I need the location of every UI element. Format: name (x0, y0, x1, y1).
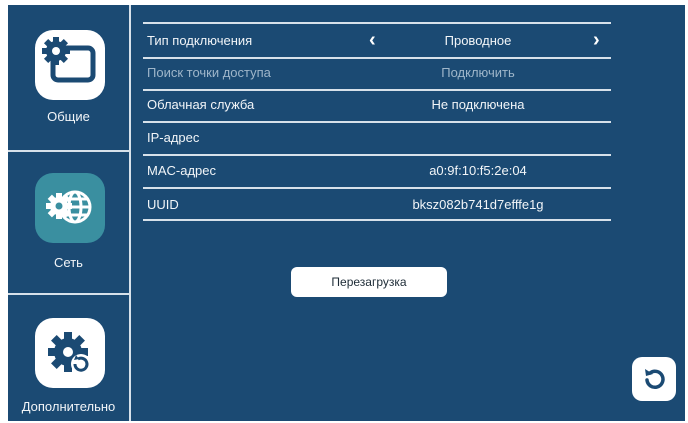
connect-button[interactable]: Подключить (363, 65, 593, 80)
access-point-search-row[interactable]: Поиск точки доступа Подключить (143, 59, 611, 89)
network-globe-icon (35, 173, 105, 243)
cloud-service-label: Облачная служба (147, 97, 255, 112)
sidebar-item-label: Сеть (54, 255, 83, 270)
refresh-button[interactable] (632, 357, 676, 401)
sidebar-item-label: Общие (47, 109, 90, 124)
sidebar-item-network[interactable]: Сеть (8, 150, 129, 294)
divider (143, 187, 611, 189)
divider (143, 121, 611, 123)
mac-address-value: a0:9f:10:f5:2e:04 (429, 163, 527, 178)
cloud-service-row: Облачная служба Не подключена (143, 91, 611, 121)
sidebar-item-label: Дополнительно (21, 399, 116, 414)
sidebar: Общие Сеть Дополнительно (8, 5, 131, 421)
uuid-label: UUID (147, 197, 179, 212)
connection-type-value: Проводное (444, 33, 512, 48)
settings-screen-icon (35, 30, 105, 100)
settings-screen: Общие Сеть Дополнительно Тип подключения… (8, 5, 685, 421)
uuid-row: UUID bksz082b741d7efffe1g (143, 191, 611, 221)
sidebar-item-general[interactable]: Общие (8, 5, 129, 147)
chevron-right-icon[interactable]: › (593, 30, 600, 50)
connection-type-label: Тип подключения (147, 33, 253, 48)
access-point-search-label: Поиск точки доступа (147, 65, 271, 80)
connection-type-row: Тип подключения ‹ Проводное › (143, 27, 611, 57)
uuid-value: bksz082b741d7efffe1g (412, 197, 544, 212)
divider (143, 22, 611, 24)
divider (143, 219, 611, 221)
reboot-button[interactable]: Перезагрузка (291, 267, 447, 297)
ip-address-row: IP-адрес (143, 124, 611, 154)
refresh-icon (645, 369, 665, 390)
divider (143, 154, 611, 156)
cloud-service-value: Не подключена (431, 97, 525, 112)
network-settings-panel: Тип подключения ‹ Проводное › Поиск точк… (143, 5, 613, 421)
sidebar-item-advanced[interactable]: Дополнительно (8, 293, 129, 421)
advanced-gear-icon (35, 318, 105, 388)
mac-address-row: MAC-адрес a0:9f:10:f5:2e:04 (143, 157, 611, 187)
mac-address-label: MAC-адрес (147, 163, 216, 178)
ip-address-label: IP-адрес (147, 130, 200, 145)
